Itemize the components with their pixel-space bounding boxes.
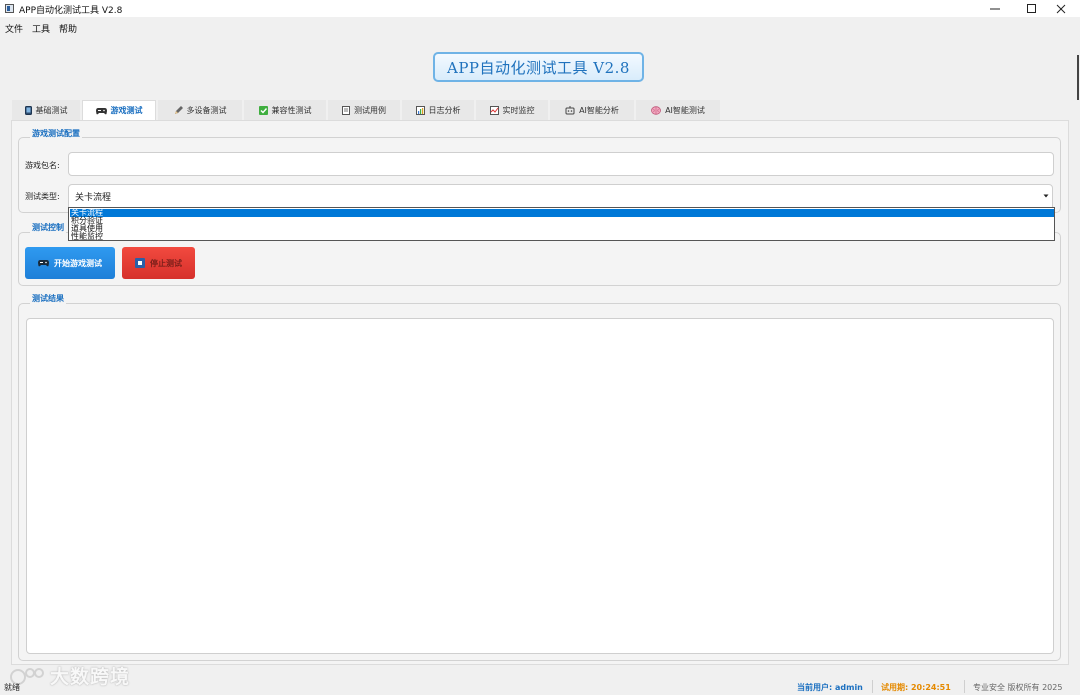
test-results-group-title: 测试结果: [30, 293, 66, 304]
start-game-test-button[interactable]: 开始游戏测试: [25, 247, 115, 279]
app-icon: [5, 4, 14, 13]
tab-label: 兼容性测试: [271, 106, 312, 115]
test-type-option-level-flow[interactable]: 关卡流程: [70, 209, 1054, 217]
tab-label: AI智能分析: [579, 106, 619, 115]
status-separator: [964, 680, 965, 693]
status-ready: 就绪: [4, 683, 20, 692]
pencil-icon: [174, 106, 183, 114]
package-name-input[interactable]: [68, 152, 1054, 176]
status-separator: [872, 680, 873, 693]
test-type-combobox[interactable]: 关卡流程: [68, 184, 1053, 208]
document-icon: [342, 106, 350, 115]
test-type-dropdown-list: 关卡流程 积分验证 道具使用 性能监控: [68, 207, 1055, 241]
stop-icon: [135, 258, 145, 268]
tab-realtime-monitor[interactable]: 实时监控: [476, 100, 548, 120]
tab-basic-test[interactable]: 基础测试: [12, 100, 80, 120]
tab-label: 多设备测试: [186, 106, 227, 115]
status-trial-timer: 试用期: 20:24:51: [881, 683, 951, 692]
tab-compatibility-test[interactable]: 兼容性测试: [244, 100, 326, 120]
stop-test-button[interactable]: 停止测试: [122, 247, 195, 279]
close-button[interactable]: [1044, 0, 1078, 17]
minimize-button[interactable]: [978, 0, 1012, 17]
menu-tools[interactable]: 工具: [32, 22, 50, 35]
title-bar: APP自动化测试工具 V2.8: [0, 0, 1080, 17]
stop-test-label: 停止测试: [150, 258, 182, 268]
tab-multi-device-test[interactable]: 多设备测试: [158, 100, 242, 120]
monitor-icon: [489, 106, 499, 115]
watermark: 大数跨境: [8, 662, 130, 689]
tab-log-analysis[interactable]: 日志分析: [402, 100, 474, 120]
tab-ai-analysis[interactable]: AI智能分析: [550, 100, 634, 120]
test-type-label: 测试类型:: [25, 192, 60, 201]
close-icon: [1056, 4, 1066, 13]
robot-icon: [565, 106, 575, 115]
checkbox-icon: [258, 106, 268, 115]
tab-label: AI智能测试: [665, 106, 705, 115]
test-type-option-perf-monitor[interactable]: 性能监控: [70, 233, 1054, 241]
gamepad-icon: [95, 107, 107, 114]
minimize-icon: [990, 8, 1000, 9]
test-results-textarea[interactable]: [26, 318, 1054, 654]
start-game-test-label: 开始游戏测试: [54, 258, 102, 268]
test-control-group-title: 测试控制: [30, 222, 66, 233]
chart-icon: [415, 106, 425, 115]
tab-label: 测试用例: [354, 106, 386, 115]
tab-label: 游戏测试: [110, 106, 143, 115]
tab-label: 基础测试: [35, 106, 68, 115]
tab-test-cases[interactable]: 测试用例: [328, 100, 400, 120]
status-current-user: 当前用户: admin: [797, 683, 863, 692]
maximize-icon: [1027, 3, 1036, 13]
tab-game-test[interactable]: 游戏测试: [82, 100, 156, 120]
window-edge: [1077, 55, 1079, 100]
phone-icon: [24, 106, 32, 115]
test-type-option-item-use[interactable]: 道具使用: [70, 225, 1054, 233]
tab-label: 实时监控: [502, 106, 535, 115]
app-banner-title: APP自动化测试工具 V2.8: [433, 52, 644, 82]
menu-help[interactable]: 帮助: [59, 22, 77, 35]
package-name-label: 游戏包名:: [25, 161, 60, 170]
menu-bar: 文件 工具 帮助: [0, 19, 1080, 35]
tab-label: 日志分析: [428, 106, 461, 115]
gamepad-icon: [38, 260, 49, 267]
test-type-selected: 关卡流程: [75, 192, 112, 203]
brain-icon: [651, 106, 661, 115]
tab-ai-test[interactable]: AI智能测试: [636, 100, 720, 120]
window-title: APP自动化测试工具 V2.8: [19, 6, 123, 16]
watermark-text: 大数跨境: [50, 666, 131, 688]
menu-file[interactable]: 文件: [5, 22, 23, 35]
chevron-down-icon: [1043, 194, 1049, 198]
game-config-group-title: 游戏测试配置: [30, 128, 82, 139]
status-copyright: 专业安全 版权所有 2025: [973, 683, 1063, 692]
test-type-option-score-check[interactable]: 积分验证: [70, 217, 1054, 225]
